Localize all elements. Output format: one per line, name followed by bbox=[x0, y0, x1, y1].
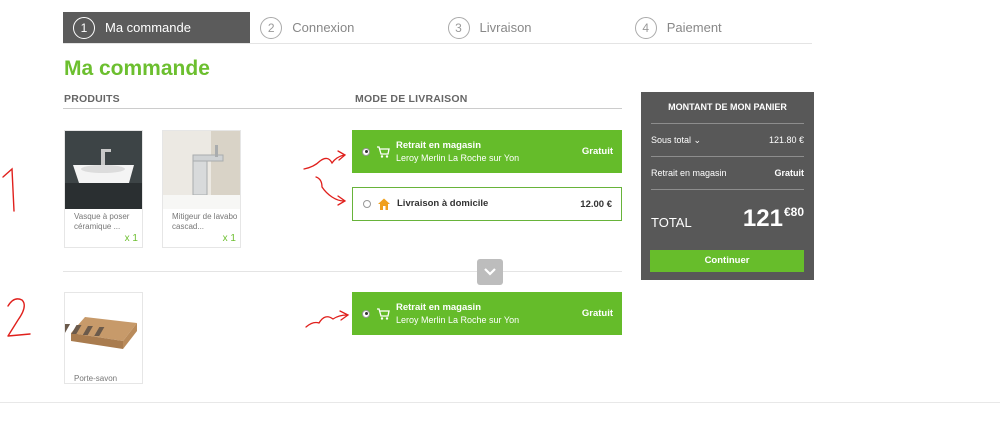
product-image bbox=[65, 293, 142, 371]
step-paiement[interactable]: 4 Paiement bbox=[625, 12, 812, 43]
option-title: Retrait en magasin bbox=[396, 139, 481, 151]
subtotal-row[interactable]: Sous total ⌄ 121.80 € bbox=[641, 124, 814, 156]
product-card[interactable]: Vasque à poser céramique ... x 1 bbox=[64, 130, 143, 248]
subtotal-value: 121.80 € bbox=[768, 135, 804, 145]
checkout-stepper: 1 Ma commande 2 Connexion 3 Livraison 4 … bbox=[63, 12, 812, 44]
subtotal-label[interactable]: Sous total ⌄ bbox=[651, 135, 701, 146]
annotation-number-label: 2 bbox=[4, 296, 5, 297]
delivery-option-home[interactable]: Livraison à domicile 12.00 € bbox=[352, 187, 622, 221]
product-card[interactable]: Porte-savon bbox=[64, 292, 143, 384]
product-card[interactable]: Mitigeur de lavabo cascad... x 1 bbox=[162, 130, 241, 248]
step-number: 4 bbox=[634, 16, 657, 39]
option-title: Livraison à domicile bbox=[397, 198, 489, 209]
annotation-arrows bbox=[300, 143, 350, 218]
total-label: TOTAL bbox=[651, 214, 692, 230]
group-divider bbox=[63, 271, 622, 272]
total-main: 121 bbox=[742, 205, 783, 232]
step-label: Paiement bbox=[666, 20, 722, 35]
annotation-number-label: 1 bbox=[0, 165, 1, 166]
annotation-number-2: 2 bbox=[4, 296, 34, 346]
product-image bbox=[65, 131, 142, 209]
delivery-option-store-pickup[interactable]: Retrait en magasin Leroy Merlin La Roche… bbox=[352, 292, 622, 335]
delivery-option-store-pickup[interactable]: Retrait en magasin Leroy Merlin La Roche… bbox=[352, 130, 622, 173]
pickup-value: Gratuit bbox=[774, 168, 804, 178]
step-ma-commande[interactable]: 1 Ma commande bbox=[63, 12, 251, 43]
cart-summary: MONTANT DE MON PANIER Sous total ⌄ 121.8… bbox=[641, 92, 814, 280]
radio-unselected[interactable] bbox=[363, 200, 371, 208]
chevron-down-icon[interactable] bbox=[477, 259, 503, 285]
store-cart-icon bbox=[377, 145, 390, 158]
step-number: 1 bbox=[73, 16, 95, 39]
product-qty: x 1 bbox=[124, 233, 138, 244]
total-cents: €80 bbox=[783, 205, 804, 219]
step-label: Connexion bbox=[292, 20, 355, 35]
step-label: Ma commande bbox=[105, 20, 191, 35]
cart-title: MONTANT DE MON PANIER bbox=[668, 102, 787, 112]
radio-selected[interactable] bbox=[362, 309, 370, 318]
store-cart-icon bbox=[377, 307, 390, 320]
product-image bbox=[163, 131, 240, 209]
option-price: 12.00 € bbox=[580, 198, 612, 210]
product-name: Mitigeur de lavabo cascad... bbox=[172, 212, 238, 231]
delivery-header: MODE DE LIVRAISON bbox=[355, 93, 468, 105]
continue-button[interactable]: Continuer bbox=[650, 250, 804, 272]
radio-selected[interactable] bbox=[362, 147, 370, 156]
home-icon bbox=[378, 198, 390, 210]
annotation-arrow bbox=[303, 307, 351, 340]
option-subtitle: Leroy Merlin La Roche sur Yon bbox=[396, 152, 520, 163]
product-name: Vasque à poser céramique ... bbox=[74, 212, 130, 231]
step-livraison[interactable]: 3 Livraison bbox=[438, 12, 625, 43]
page-title: Ma commande bbox=[64, 57, 210, 80]
product-qty: x 1 bbox=[222, 233, 236, 244]
option-subtitle: Leroy Merlin La Roche sur Yon bbox=[396, 314, 520, 325]
step-number: 3 bbox=[447, 16, 470, 39]
step-label: Livraison bbox=[479, 20, 532, 35]
step-connexion[interactable]: 2 Connexion bbox=[250, 12, 437, 43]
step-number: 2 bbox=[260, 16, 283, 39]
total-amount: 121€80 bbox=[743, 205, 804, 233]
option-title: Retrait en magasin bbox=[396, 301, 481, 313]
pickup-row: Retrait en magasin Gratuit bbox=[641, 157, 814, 189]
total-row: TOTAL 121€80 bbox=[641, 190, 814, 248]
option-price: Gratuit bbox=[581, 146, 613, 157]
products-header: PRODUITS bbox=[64, 93, 120, 105]
header-divider bbox=[63, 108, 622, 109]
option-price: Gratuit bbox=[581, 308, 613, 319]
page-bottom-divider bbox=[0, 402, 1000, 403]
product-name: Porte-savon bbox=[74, 374, 118, 383]
annotation-number-1: 1 bbox=[0, 165, 24, 220]
pickup-label: Retrait en magasin bbox=[651, 168, 727, 178]
